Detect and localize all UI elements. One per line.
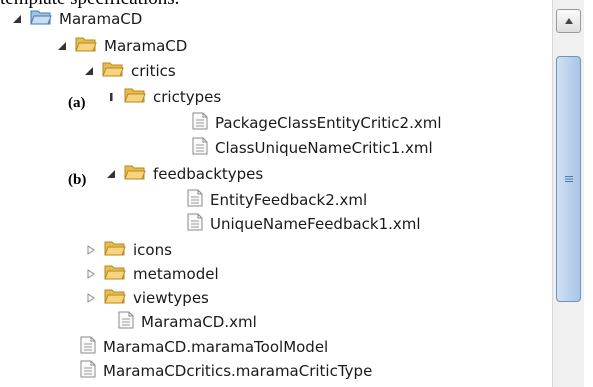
tree-node-file[interactable]: EntityFeedback2.xml bbox=[187, 188, 367, 212]
tree-node-label: MaramaCDcritics.maramaCriticType bbox=[103, 362, 373, 380]
tree-node-folder-critics[interactable]: critics bbox=[82, 59, 176, 83]
tree-node-file[interactable]: UniqueNameFeedback1.xml bbox=[187, 212, 421, 236]
tree-node-folder-crictypes[interactable]: crictypes bbox=[104, 85, 221, 109]
tree-node-folder-feedbacktypes[interactable]: feedbacktypes bbox=[104, 162, 263, 186]
tree-node-label: UniqueNameFeedback1.xml bbox=[210, 215, 421, 233]
tree-node-label: MaramaCD bbox=[104, 37, 188, 55]
expanded-arrow-icon[interactable] bbox=[10, 12, 24, 26]
tree-node-label: crictypes bbox=[153, 88, 222, 106]
tree-node-project-maramacd[interactable]: MaramaCD bbox=[10, 7, 142, 31]
xml-file-icon bbox=[192, 137, 208, 159]
expanded-arrow-icon[interactable] bbox=[55, 39, 69, 53]
grip-icon bbox=[564, 176, 573, 182]
annotation-b: (b) bbox=[68, 172, 87, 188]
xml-file-icon bbox=[192, 112, 208, 134]
tree-node-label: metamodel bbox=[133, 265, 219, 283]
annotation-a: (a) bbox=[68, 95, 86, 111]
tree-node-file[interactable]: PackageClassEntityCritic2.xml bbox=[192, 111, 442, 135]
open-folder-icon bbox=[75, 35, 97, 57]
project-explorer-tree: MaramaCD MaramaCD critics (a) crictypes bbox=[0, 0, 550, 387]
xml-file-icon bbox=[118, 311, 134, 333]
xml-file-icon bbox=[187, 213, 203, 235]
tree-node-label: icons bbox=[133, 241, 172, 259]
tree-node-folder-metamodel[interactable]: metamodel bbox=[84, 262, 219, 286]
tree-node-folder-maramacd[interactable]: MaramaCD bbox=[55, 34, 187, 58]
open-folder-icon bbox=[124, 163, 146, 185]
tree-node-file[interactable]: ClassUniqueNameCritic1.xml bbox=[192, 136, 433, 160]
tree-node-label: MaramaCD.maramaToolModel bbox=[103, 338, 329, 356]
tree-node-file[interactable]: MaramaCD.maramaToolModel bbox=[80, 335, 328, 359]
tree-node-label: MaramaCD.xml bbox=[141, 313, 257, 331]
tree-node-folder-viewtypes[interactable]: viewtypes bbox=[84, 286, 209, 310]
collapsed-arrow-icon[interactable] bbox=[84, 291, 98, 305]
folder-icon bbox=[104, 287, 126, 309]
scrollbar-thumb[interactable] bbox=[556, 56, 581, 302]
collapsed-arrow-icon[interactable] bbox=[84, 267, 98, 281]
folder-icon bbox=[104, 263, 126, 285]
tree-node-label: critics bbox=[131, 62, 176, 80]
tree-node-folder-icons[interactable]: icons bbox=[84, 238, 172, 262]
project-folder-icon bbox=[30, 8, 52, 30]
open-folder-icon bbox=[124, 86, 146, 108]
tree-node-label: viewtypes bbox=[133, 289, 209, 307]
scroll-up-button[interactable] bbox=[556, 9, 581, 33]
tree-node-label: EntityFeedback2.xml bbox=[210, 191, 368, 209]
tool-model-file-icon bbox=[80, 336, 96, 358]
expanded-arrow-icon[interactable] bbox=[104, 167, 118, 181]
folder-icon bbox=[104, 239, 126, 261]
vertical-scrollbar[interactable] bbox=[552, 0, 584, 387]
tree-node-label: MaramaCD bbox=[59, 10, 143, 28]
open-folder-icon bbox=[102, 60, 124, 82]
xml-file-icon bbox=[187, 189, 203, 211]
tree-node-label: PackageClassEntityCritic2.xml bbox=[215, 114, 442, 132]
tree-node-file[interactable]: MaramaCD.xml bbox=[118, 310, 257, 334]
chevron-up-icon bbox=[564, 18, 573, 24]
critic-type-file-icon bbox=[80, 360, 96, 382]
tree-node-file[interactable]: MaramaCDcritics.maramaCriticType bbox=[80, 359, 372, 383]
tree-node-label: feedbacktypes bbox=[153, 165, 264, 183]
collapsed-arrow-icon[interactable] bbox=[84, 243, 98, 257]
expanded-arrow-icon[interactable] bbox=[82, 64, 96, 78]
tree-node-label: ClassUniqueNameCritic1.xml bbox=[215, 139, 433, 157]
expanded-arrow-icon[interactable] bbox=[104, 90, 118, 104]
